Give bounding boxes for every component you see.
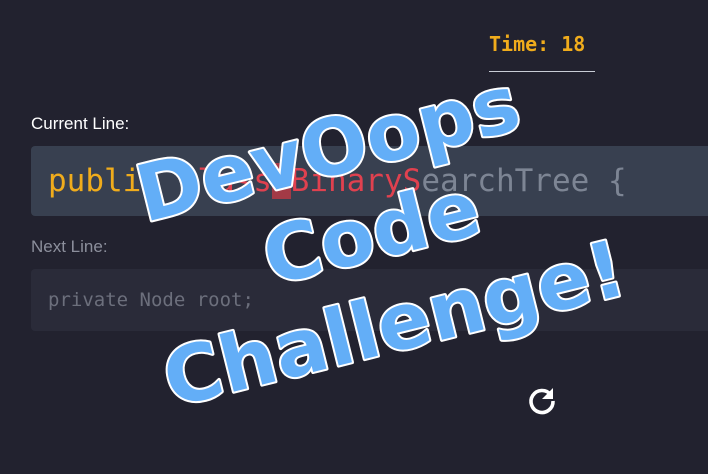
next-line-code: private Node root; [48, 289, 254, 311]
next-line-label: Next Line: [31, 237, 108, 256]
refresh-icon [529, 388, 555, 415]
cursor [271, 163, 291, 199]
current-line-box[interactable]: public class BinarySearchTree { [31, 146, 708, 216]
current-line-code: public class BinarySearchTree { [48, 146, 627, 216]
current-line-label: Current Line: [31, 114, 130, 133]
remaining-text: earchTree { [421, 163, 627, 199]
typed-wrong-text: class [178, 163, 272, 199]
typed-correct-text: public [48, 163, 179, 199]
timer: Time: 18 [489, 32, 595, 72]
typed-wrong-after-cursor: BinaryS [290, 163, 422, 199]
next-line-box: private Node root; [31, 269, 708, 331]
refresh-button[interactable] [526, 385, 558, 417]
